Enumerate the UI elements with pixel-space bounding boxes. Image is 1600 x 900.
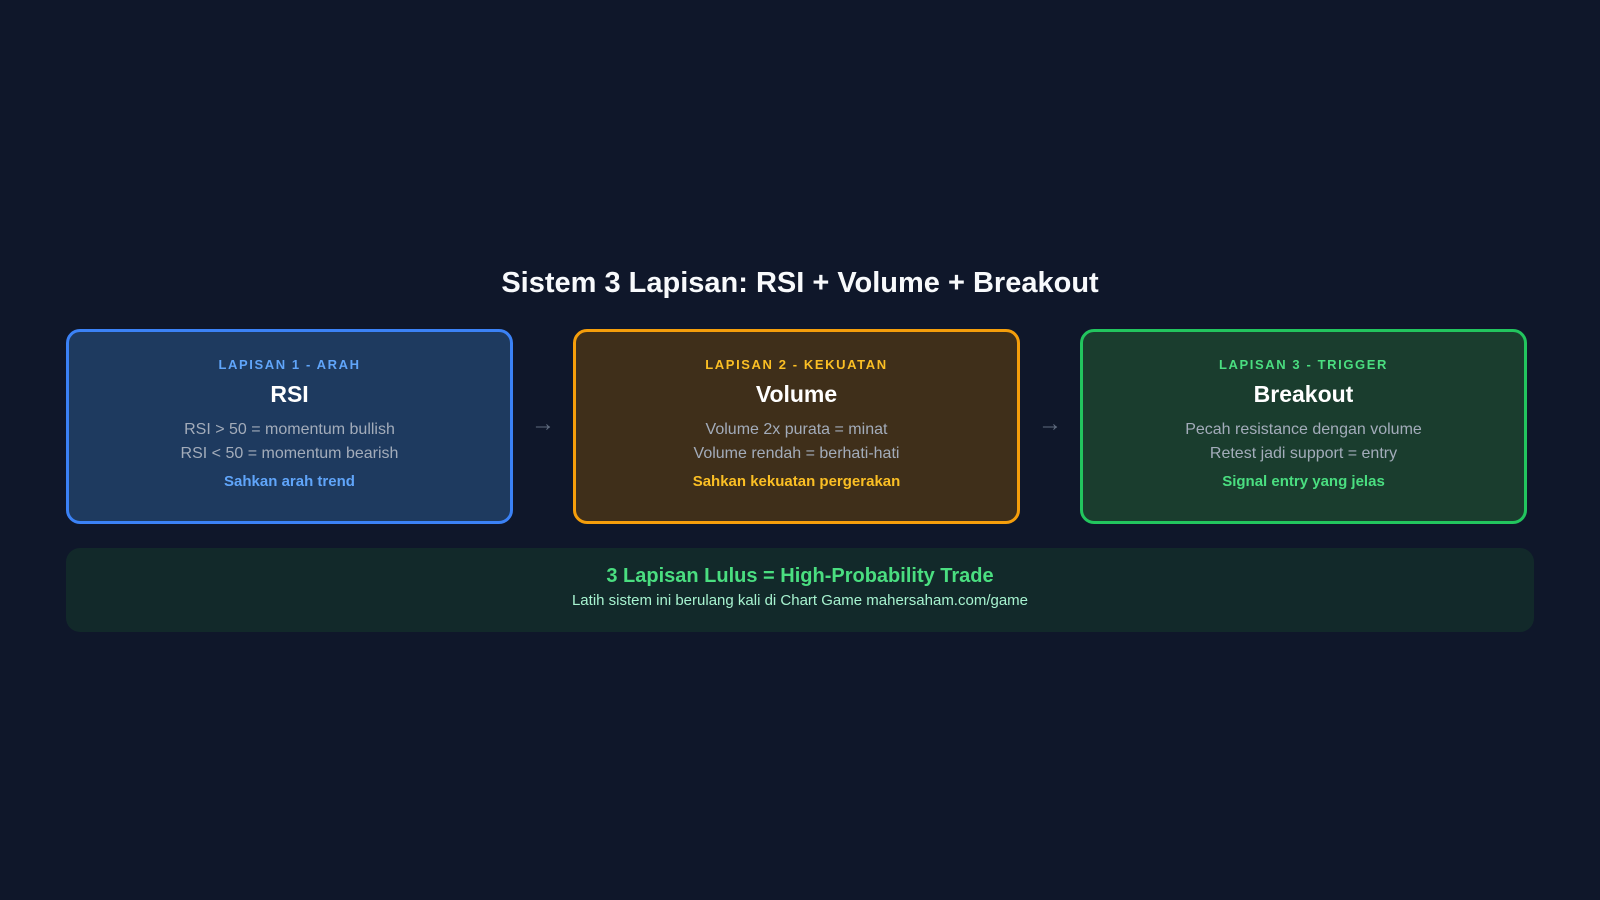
layer-purpose: Sahkan arah trend bbox=[224, 473, 355, 490]
layer-name: Volume bbox=[755, 381, 838, 407]
layer-purpose: Sahkan kekuatan pergerakan bbox=[692, 473, 901, 490]
layer-rule: Pecah resistance dengan volume bbox=[1185, 421, 1422, 438]
layer-card-breakout: LAPISAN 3 - TRIGGER Breakout Pecah resis… bbox=[1080, 329, 1527, 524]
layer-rule: RSI > 50 = momentum bullish bbox=[184, 421, 395, 438]
layer-rule: RSI < 50 = momentum bearish bbox=[180, 445, 399, 462]
layer-rule: Volume 2x purata = minat bbox=[705, 421, 888, 438]
layer-rule: Volume rendah = berhati-hati bbox=[693, 445, 900, 462]
right-arrow-icon: → bbox=[1038, 409, 1062, 437]
layer-rule: Retest jadi support = entry bbox=[1209, 445, 1398, 462]
layer-name: RSI bbox=[270, 381, 309, 407]
summary-headline: 3 Lapisan Lulus = High-Probability Trade bbox=[606, 565, 994, 587]
layer-purpose: Signal entry yang jelas bbox=[1222, 473, 1385, 490]
right-arrow-icon: → bbox=[531, 409, 555, 437]
diagram-title: Sistem 3 Lapisan: RSI + Volume + Breakou… bbox=[501, 267, 1099, 299]
layer-name: Breakout bbox=[1253, 381, 1354, 407]
layer-card-volume: LAPISAN 2 - KEKUATAN Volume Volume 2x pu… bbox=[573, 329, 1020, 524]
layer-label: LAPISAN 2 - KEKUATAN bbox=[705, 357, 888, 372]
layer-card-rsi: LAPISAN 1 - ARAH RSI RSI > 50 = momentum… bbox=[66, 329, 513, 524]
summary-banner: 3 Lapisan Lulus = High-Probability Trade… bbox=[66, 548, 1534, 632]
summary-subtext: Latih sistem ini berulang kali di Chart … bbox=[571, 592, 1029, 609]
layer-label: LAPISAN 1 - ARAH bbox=[218, 357, 361, 372]
layer-flow: LAPISAN 1 - ARAH RSI RSI > 50 = momentum… bbox=[66, 329, 1534, 524]
layer-label: LAPISAN 3 - TRIGGER bbox=[1218, 357, 1389, 372]
